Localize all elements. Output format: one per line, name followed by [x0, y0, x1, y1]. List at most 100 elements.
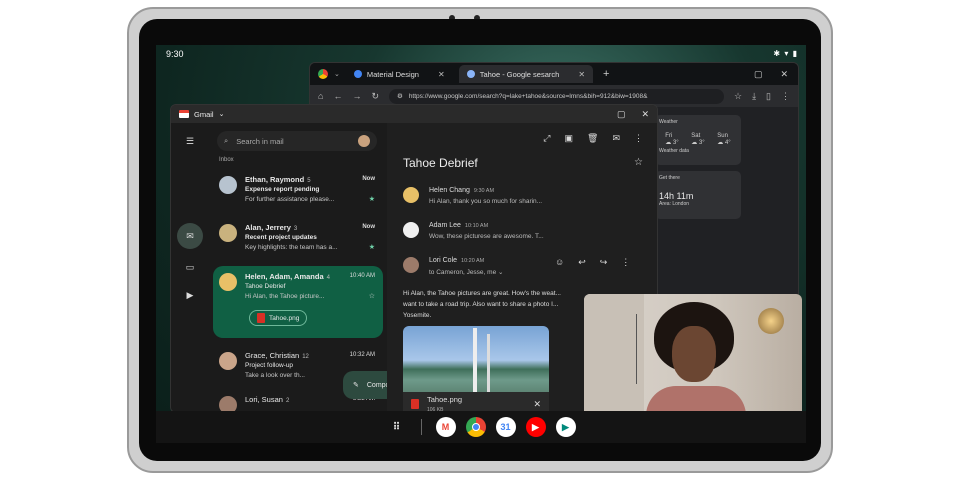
- mail-snippet: Key highlights: the team has a...: [245, 244, 338, 251]
- pencil-icon: ✎: [353, 382, 359, 389]
- hamburger-menu-icon[interactable]: ☰: [180, 131, 200, 151]
- maximize-icon[interactable]: ▢: [754, 69, 763, 80]
- gmail-logo-icon: [179, 110, 189, 118]
- mail-list: ⌕ Search in mail Inbox Ethan, Raymond 5 N…: [209, 123, 413, 412]
- status-icons: ✱ ▾ ▮: [773, 49, 798, 58]
- material-favicon-icon: [353, 70, 362, 78]
- star-icon[interactable]: ★: [369, 195, 375, 203]
- inbox-label: Inbox: [219, 157, 234, 163]
- attachment-bar: Tahoe.png 106 KB ✕: [403, 392, 549, 412]
- nav-rail: ☰ ✉ ▭ ▶: [171, 123, 209, 412]
- chevron-down-icon[interactable]: ⌄: [334, 70, 340, 78]
- tab-material-design[interactable]: Material Design ✕: [346, 65, 453, 83]
- home-icon[interactable]: ⌂: [318, 91, 323, 101]
- list-item-selected[interactable]: Helen, Adam, Amanda 4 10:40 AM Tahoe Debr…: [213, 266, 383, 338]
- mail-time: Now: [362, 224, 375, 230]
- profile-icon[interactable]: [318, 69, 328, 79]
- chat-nav-icon[interactable]: ▭: [180, 257, 200, 277]
- expand-icon[interactable]: ⤢: [543, 133, 550, 144]
- lamp-cord: [636, 314, 644, 384]
- archive-icon[interactable]: ▣: [565, 133, 574, 144]
- message-body: Hi Alan, the Tahoe pictures are great. H…: [403, 290, 561, 319]
- close-icon[interactable]: ✕: [780, 69, 788, 80]
- weather-card[interactable]: Weather Fri ☁ 3° Sat ☁ 3° Sun ☁ 4° Weather …: [655, 115, 741, 165]
- chrome-tabstrip: ⌄ Material Design ✕ Tahoe - Google sesar…: [310, 63, 798, 85]
- message-snippet: Hi Alan, thank you so much for sharin...: [429, 198, 543, 205]
- list-item[interactable]: Ethan, Raymond 5 Now Expense report pendi…: [213, 169, 383, 213]
- new-tab-icon[interactable]: +: [603, 68, 609, 80]
- weather-card-title: Weather: [659, 119, 678, 125]
- emoji-icon[interactable]: ☺: [555, 257, 564, 268]
- star-icon[interactable]: ★: [369, 243, 375, 251]
- maximize-icon[interactable]: ▢: [617, 109, 626, 120]
- mark-unread-icon[interactable]: ✉: [612, 133, 620, 144]
- reply-icon[interactable]: ↩: [578, 257, 586, 268]
- more-icon[interactable]: ⋮: [634, 133, 643, 144]
- wifi-icon: ▾: [784, 49, 790, 58]
- mail-nav-icon[interactable]: ✉: [177, 223, 203, 249]
- bluetooth-icon: ✱: [773, 49, 782, 58]
- forecast-day: Sat ☁ 3°: [691, 133, 705, 146]
- attachment-chip[interactable]: Tahoe.png: [249, 310, 308, 326]
- person-face: [672, 326, 716, 382]
- account-avatar[interactable]: [358, 135, 370, 147]
- mail-from: Alan, Jerrery 3: [245, 223, 298, 232]
- meet-nav-icon[interactable]: ▶: [180, 285, 200, 305]
- mail-subject: Recent project updates: [245, 234, 317, 241]
- image-file-icon: [257, 313, 265, 323]
- forecast-day: Fri ☁ 3°: [665, 133, 679, 146]
- message-recipients: to Cameron, Jesse, me ⌄: [429, 269, 504, 276]
- birch-trunk: [473, 328, 477, 394]
- download-icon[interactable]: ⤓: [752, 91, 756, 102]
- close-tab-icon[interactable]: ✕: [578, 70, 585, 79]
- bezel: 9:30 ✱ ▾ ▮ ⌄ Material Design ✕ Tahoe - G…: [139, 19, 821, 461]
- youtube-icon[interactable]: ▶: [525, 417, 546, 437]
- tab-label: Tahoe - Google sesarch: [479, 69, 560, 79]
- avatar: [403, 187, 419, 203]
- address-bar[interactable]: ⚙ https://www.google.com/search?q=lake+t…: [388, 88, 724, 104]
- forecast-row: Fri ☁ 3° Sat ☁ 3° Sun ☁ 4°: [659, 133, 737, 146]
- menu-icon[interactable]: ⋮: [781, 91, 790, 102]
- message-snippet: Wow, these picturese are awesome. T...: [429, 233, 544, 240]
- gmail-app-title: Gmail: [194, 109, 214, 119]
- taskbar-divider: [420, 419, 422, 435]
- avatar: [403, 222, 419, 238]
- forward-icon[interactable]: →: [352, 91, 361, 101]
- birch-trunk: [487, 334, 490, 394]
- battery-icon: ▮: [792, 49, 798, 58]
- tab-search-icon[interactable]: ▯: [766, 91, 771, 102]
- star-outline-icon[interactable]: ☆: [634, 157, 643, 168]
- close-tab-icon[interactable]: ✕: [438, 70, 445, 79]
- reload-icon[interactable]: ↻: [371, 91, 379, 102]
- back-icon[interactable]: ←: [333, 91, 342, 101]
- close-icon[interactable]: ✕: [641, 109, 649, 120]
- tab-label: Material Design: [366, 69, 419, 79]
- forward-icon[interactable]: ↪: [600, 257, 608, 268]
- gmail-icon[interactable]: M: [435, 417, 456, 437]
- bookmark-star-icon[interactable]: ☆: [734, 91, 742, 102]
- avatar: [403, 257, 419, 273]
- star-outline-icon[interactable]: ☆: [369, 292, 375, 300]
- delete-icon[interactable]: 🗑: [587, 133, 598, 144]
- calendar-icon[interactable]: 31: [495, 417, 516, 437]
- search-bar[interactable]: ⌕ Search in mail: [217, 131, 377, 151]
- avatar: [219, 273, 237, 291]
- video-call-pip[interactable]: [584, 294, 802, 417]
- google-favicon-icon: [466, 70, 475, 78]
- list-item[interactable]: Alan, Jerrery 3 Now Recent project update…: [213, 217, 383, 261]
- attachment-preview-image[interactable]: Tahoe.png 106 KB ✕: [403, 326, 549, 412]
- search-input[interactable]: Search in mail: [236, 137, 350, 146]
- directions-card[interactable]: Get there 14h 11m Area: London: [655, 171, 741, 219]
- more-icon[interactable]: ⋮: [621, 257, 630, 268]
- mail-time: 10:40 AM: [349, 273, 375, 279]
- tab-tahoe-search[interactable]: Tahoe - Google sesarch ✕: [458, 65, 594, 83]
- meet-icon[interactable]: ▶: [555, 417, 576, 437]
- chrome-icon[interactable]: [465, 417, 486, 437]
- chevron-down-icon[interactable]: ⌄: [219, 110, 225, 118]
- directions-card-title: Get there: [659, 175, 680, 181]
- mail-time: Now: [362, 176, 375, 182]
- launcher-icon[interactable]: ⠿: [387, 417, 407, 437]
- travel-time: 14h 11m: [659, 191, 694, 201]
- site-settings-icon[interactable]: ⚙: [397, 92, 403, 100]
- close-icon[interactable]: ✕: [533, 399, 541, 410]
